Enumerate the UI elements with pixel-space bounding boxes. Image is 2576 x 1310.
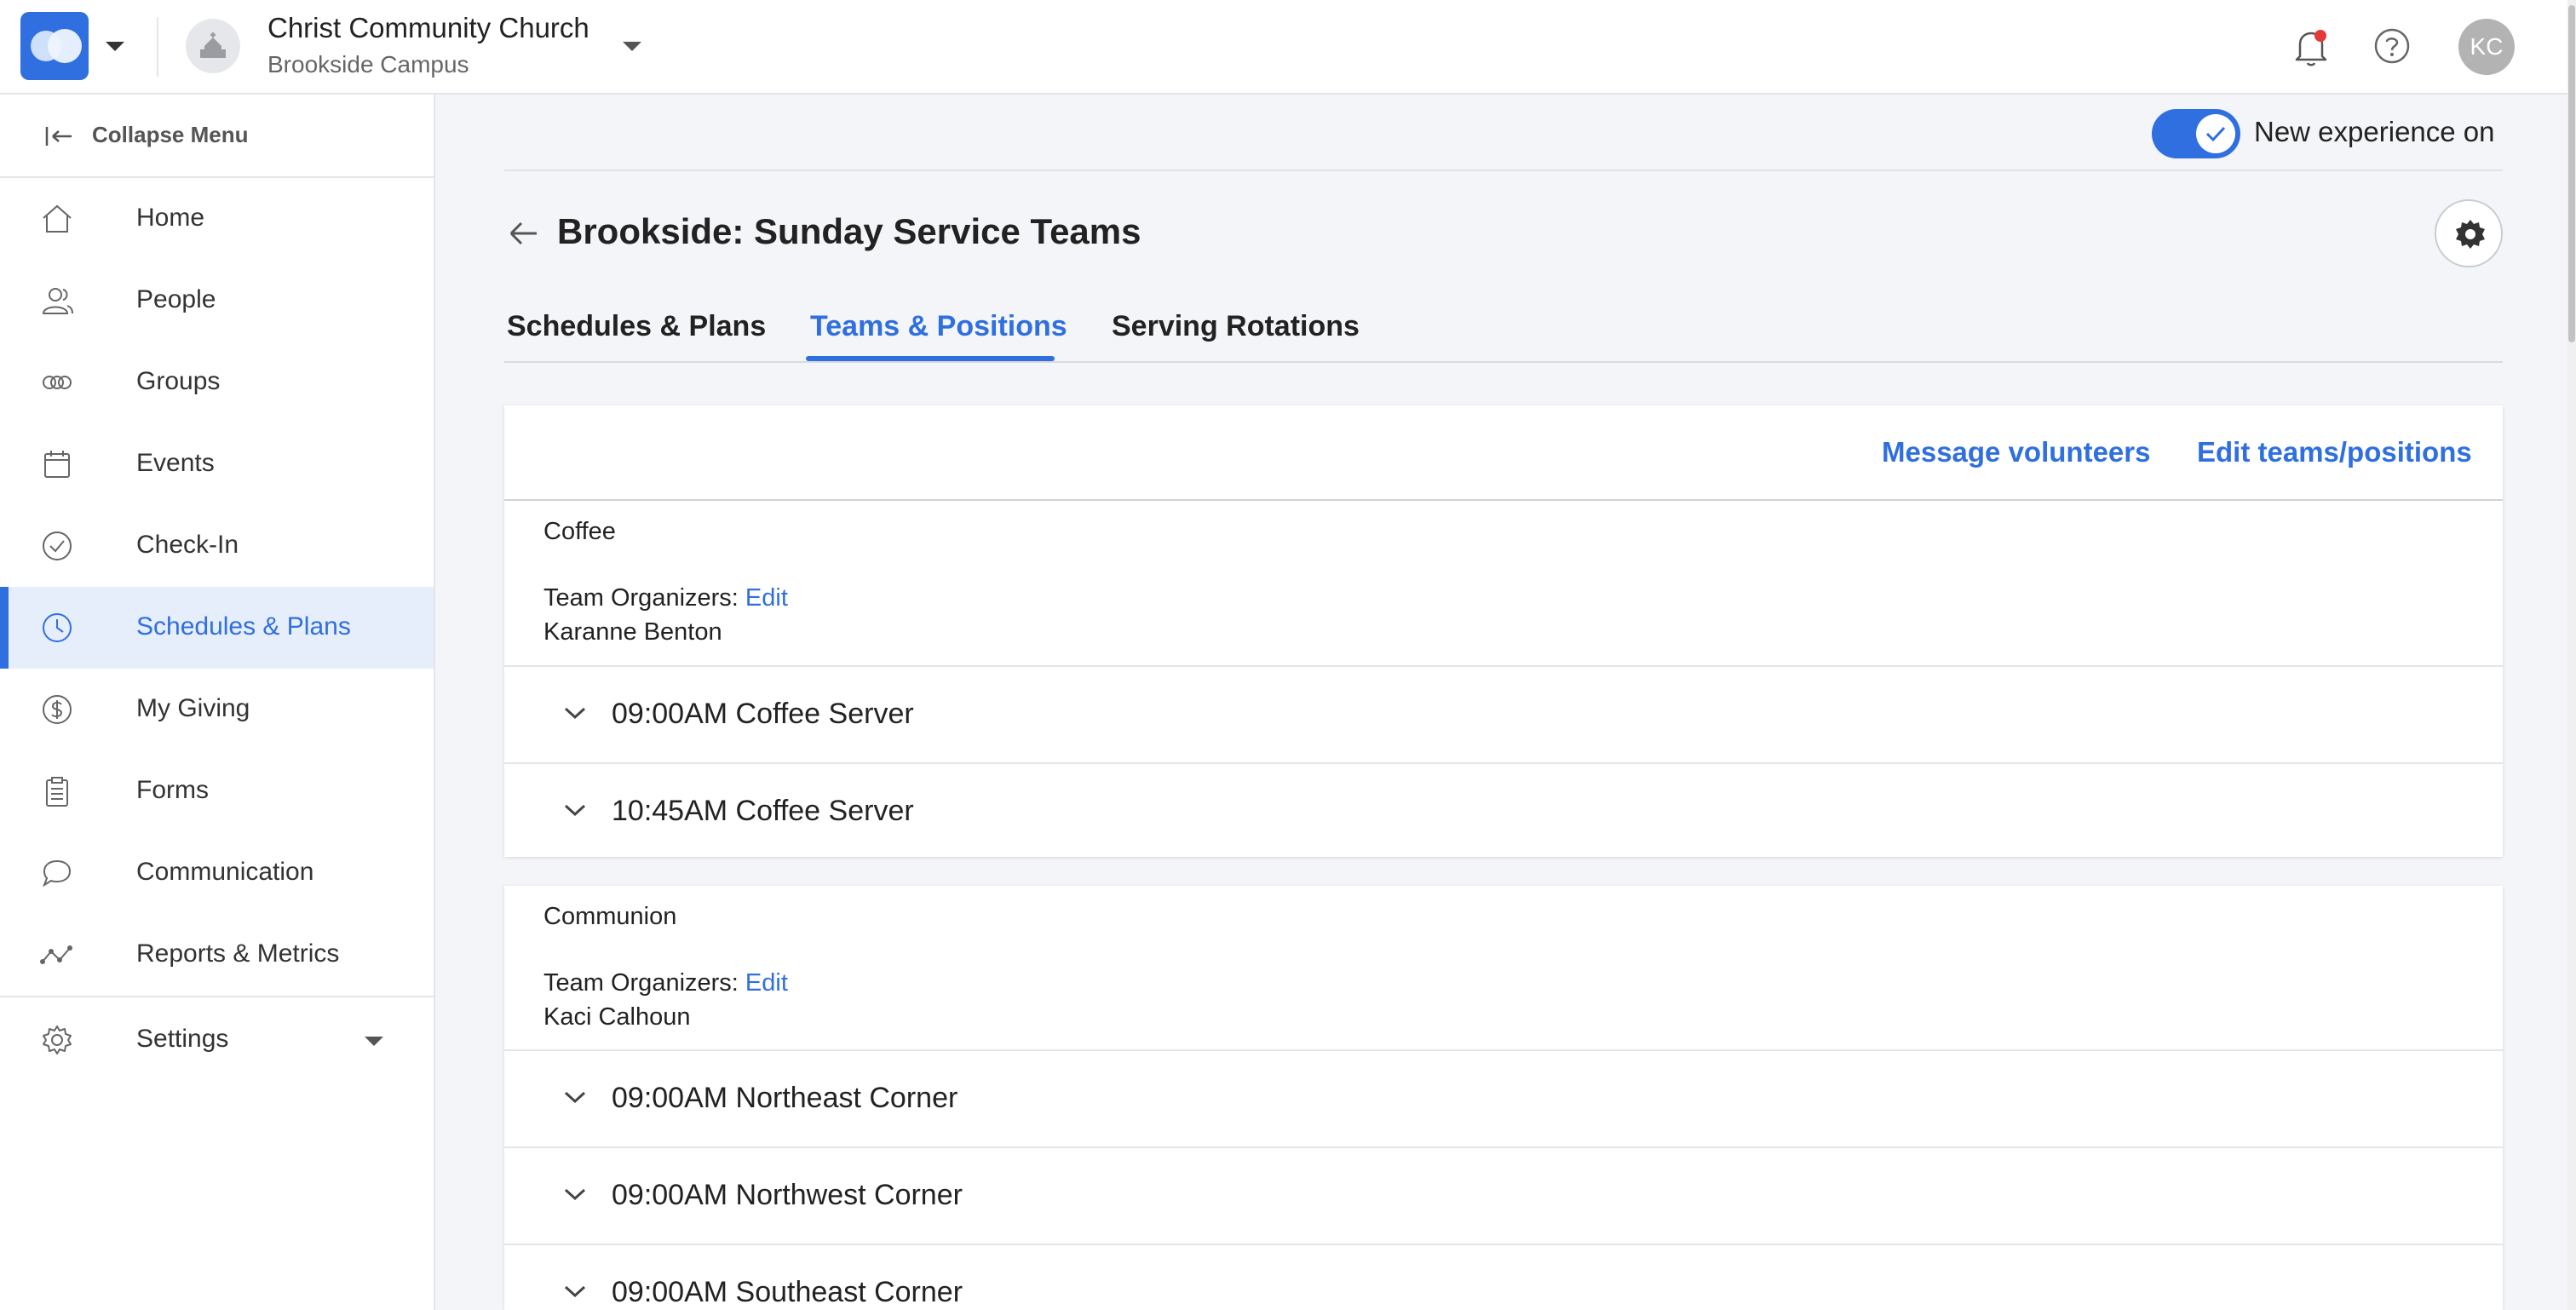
collapse-menu-label: Collapse Menu — [92, 122, 249, 147]
sidebar-item-label: Events — [136, 449, 215, 477]
chevron-down-icon[interactable] — [365, 1037, 383, 1046]
check-circle-icon — [43, 531, 72, 560]
tab-serving-rotations[interactable]: Serving Rotations — [1112, 310, 1360, 343]
card-actions: Message volunteers Edit teams/positions — [504, 405, 2503, 501]
sidebar-item-label: Groups — [136, 367, 221, 395]
team-card: Communion Team Organizers: Edit Kaci Cal… — [504, 886, 2503, 1310]
organizers-label: Team Organizers: — [543, 584, 739, 612]
calendar-icon — [44, 451, 70, 478]
toggle-label: New experience on — [2254, 116, 2495, 147]
gear-icon — [2456, 220, 2485, 249]
position-row[interactable]: 09:00AM Coffee Server — [504, 667, 2503, 764]
divider — [157, 17, 158, 77]
clipboard-icon — [46, 777, 68, 807]
edit-organizers-link[interactable]: Edit — [745, 969, 788, 997]
church-icon[interactable] — [186, 19, 240, 73]
edit-teams-positions-link[interactable]: Edit teams/positions — [2197, 436, 2472, 468]
position-row[interactable]: 09:00AM Northeast Corner — [504, 1051, 2503, 1148]
chat-icon — [43, 859, 72, 888]
position-label: 10:45AM Coffee Server — [612, 795, 914, 827]
organizer-name: Karanne Benton — [543, 618, 722, 646]
team-name: Communion — [543, 903, 677, 930]
position-label: 09:00AM Northwest Corner — [612, 1179, 963, 1211]
chevron-down-icon[interactable] — [562, 1186, 588, 1203]
sidebar-item-my-giving[interactable]: My Giving — [0, 669, 434, 750]
chevron-down-icon[interactable] — [562, 704, 588, 721]
sidebar-item-events[interactable]: Events — [0, 423, 434, 505]
divider — [504, 361, 2503, 363]
divider — [504, 169, 2503, 171]
position-label: 09:00AM Southeast Corner — [612, 1276, 963, 1308]
sidebar-item-label: Check-In — [136, 531, 239, 559]
tab-teams-positions[interactable]: Teams & Positions — [810, 310, 1067, 343]
app-logo[interactable] — [20, 12, 89, 80]
settings-button[interactable] — [2435, 199, 2503, 267]
position-row[interactable]: 09:00AM Southeast Corner — [504, 1245, 2503, 1310]
help-icon[interactable] — [2373, 27, 2411, 65]
chevron-down-icon[interactable] — [562, 1283, 588, 1300]
tab-schedules-plans[interactable]: Schedules & Plans — [507, 310, 766, 343]
chevron-down-icon[interactable] — [106, 42, 124, 51]
sidebar-item-label: Forms — [136, 776, 209, 804]
sidebar-item-label: Communication — [136, 858, 314, 886]
collapse-icon — [45, 127, 72, 146]
team-organizers: Team Organizers: Edit — [543, 969, 788, 997]
sidebar-item-reports-metrics[interactable]: Reports & Metrics — [0, 914, 434, 996]
sidebar-item-schedules-plans[interactable]: Schedules & Plans — [0, 587, 434, 669]
check-icon — [2205, 126, 2226, 142]
team-organizers: Team Organizers: Edit — [543, 584, 788, 612]
divider — [0, 996, 434, 997]
gear-icon — [43, 1026, 72, 1054]
sidebar: Collapse Menu Home People Groups Events — [0, 95, 435, 1310]
organizers-label: Team Organizers: — [543, 969, 739, 997]
sidebar-item-label: My Giving — [136, 694, 250, 722]
clock-icon — [43, 613, 72, 642]
chevron-down-icon[interactable] — [562, 1089, 588, 1106]
home-icon — [43, 204, 72, 233]
sidebar-item-label: Reports & Metrics — [136, 939, 340, 968]
top-bar: Christ Community Church Brookside Campus… — [0, 0, 2576, 95]
people-icon — [42, 288, 73, 314]
sidebar-item-label: Settings — [136, 1025, 229, 1053]
position-label: 09:00AM Northeast Corner — [612, 1082, 958, 1114]
scrollbar[interactable] — [2567, 0, 2576, 1310]
sidebar-item-forms[interactable]: Forms — [0, 750, 434, 832]
sidebar-item-label: People — [136, 285, 216, 313]
organizer-name: Kaci Calhoun — [543, 1003, 691, 1031]
sidebar-item-groups[interactable]: Groups — [0, 342, 434, 423]
position-row[interactable]: 10:45AM Coffee Server — [504, 764, 2503, 861]
sidebar-item-home[interactable]: Home — [0, 178, 434, 260]
message-volunteers-link[interactable]: Message volunteers — [1882, 436, 2150, 468]
bell-icon[interactable] — [2291, 26, 2331, 68]
sidebar-item-people[interactable]: People — [0, 260, 434, 342]
back-arrow-icon[interactable] — [506, 218, 540, 249]
position-row[interactable]: 09:00AM Northwest Corner — [504, 1148, 2503, 1245]
new-experience-toggle[interactable] — [2152, 109, 2240, 158]
chart-icon — [40, 945, 72, 964]
sidebar-item-communication[interactable]: Communication — [0, 832, 434, 914]
sidebar-item-label: Home — [136, 204, 205, 232]
avatar[interactable]: KC — [2458, 19, 2515, 75]
chevron-down-icon[interactable] — [623, 42, 641, 51]
church-name[interactable]: Christ Community Church — [267, 12, 589, 44]
team-name: Coffee — [543, 518, 616, 545]
groups-icon — [43, 376, 72, 389]
edit-organizers-link[interactable]: Edit — [745, 584, 788, 612]
sidebar-item-check-in[interactable]: Check-In — [0, 505, 434, 587]
chevron-down-icon[interactable] — [562, 802, 588, 819]
scrollbar-thumb[interactable] — [2568, 5, 2575, 342]
campus-name[interactable]: Brookside Campus — [267, 51, 469, 78]
sidebar-item-label: Schedules & Plans — [136, 612, 351, 641]
dollar-icon — [43, 695, 72, 724]
team-card: Message volunteers Edit teams/positions … — [504, 405, 2503, 857]
collapse-menu-button[interactable]: Collapse Menu — [0, 95, 434, 178]
page-title: Brookside: Sunday Service Teams — [557, 211, 1141, 251]
position-label: 09:00AM Coffee Server — [612, 698, 914, 730]
